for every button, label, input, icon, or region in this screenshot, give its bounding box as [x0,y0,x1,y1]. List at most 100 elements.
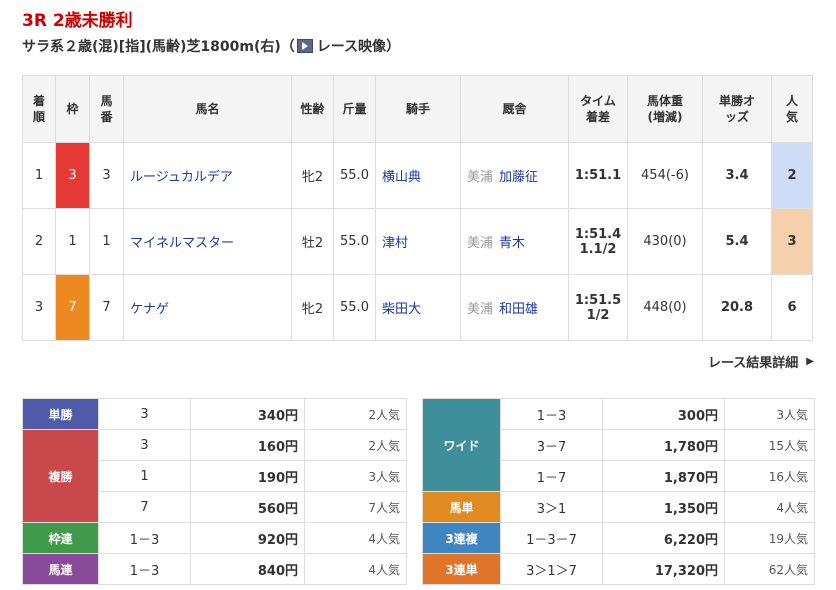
payout-amount: 1,350円 [602,491,725,523]
payout-combo: 7 [98,491,191,523]
payout-amount: 340円 [190,398,305,430]
payout-popularity: 3人気 [304,460,407,492]
payout-table-right: ワイド 1－3 300円 3人気 3－7 1,780円 15人気 1－7 1,8… [422,398,815,585]
popularity: 6 [771,274,813,341]
waku-badge: 1 [55,208,90,275]
payout-amount: 190円 [190,460,305,492]
carried-weight: 55.0 [333,274,376,341]
trainer-cell: 美浦 加藤征 [460,142,569,209]
body-weight: 454(-6) [627,142,703,209]
win-odds: 5.4 [702,208,772,275]
race-title: 3R 2歳未勝利 [22,11,133,31]
header-body-weight: 馬体重(増減) [627,75,703,143]
horse-number: 1 [89,208,124,275]
header-time: タイム着差 [568,75,628,143]
trainer-cell: 美浦 青木 [460,208,569,275]
payout-amount: 17,320円 [602,553,725,585]
payout-popularity: 4人気 [724,491,815,523]
header-weight: 斤量 [333,75,376,143]
trainer-region: 美浦 [467,236,494,251]
trainer-link[interactable]: 和田雄 [499,302,538,317]
payout-amount: 6,220円 [602,522,725,554]
payout-amount: 1,870円 [602,460,725,492]
header-trainer: 厩舎 [460,75,569,143]
payout-popularity: 2人気 [304,398,407,430]
race-detail-label: レース結果詳細 [707,356,799,371]
jockey-link[interactable]: 津村 [375,208,461,275]
payout-combo: 3＞1 [500,491,603,523]
trainer-link[interactable]: 青木 [499,236,525,251]
race-conditions: サラ系２歳(混)[指](馬齢)芝1800m(右)（ レース映像 ） [22,36,400,56]
finish-time: 1:51.1 [568,142,628,209]
header-horse: 馬名 [123,75,292,143]
margin: 1/2 [586,307,610,323]
header-rank: 着順 [22,75,56,143]
trainer-region: 美浦 [467,170,494,185]
payout-amount: 560円 [190,491,305,523]
payout-combo: 3＞1＞7 [500,553,603,585]
payout-popularity: 3人気 [724,398,815,430]
trainer-link[interactable]: 加藤征 [499,170,538,185]
result-header-row: 着順 枠 馬番 馬名 性齢 斤量 騎手 厩舎 タイム着差 馬体重(増減) 単勝オ… [22,75,813,143]
result-row: 2 1 1 マイネルマスター 牡2 55.0 津村 美浦 青木 1:51.4 1.1… [22,208,813,275]
payout-table-left: 単勝 3 340円 2人気 複勝 3 160円 2人気 1 190円 3人気 7… [22,398,407,585]
header-waku: 枠 [55,75,90,143]
payout-combo: 3－7 [500,429,603,461]
payout-label-umatan: 馬単 [422,491,501,523]
header-jockey: 騎手 [375,75,461,143]
race-video-link[interactable]: レース映像 [317,36,386,56]
payout-amount: 1,780円 [602,429,725,461]
payout-popularity: 15人気 [724,429,815,461]
sex-age: 牡2 [291,208,334,275]
win-odds: 20.8 [702,274,772,341]
payout-combo: 1－3 [500,398,603,430]
trainer-cell: 美浦 和田雄 [460,274,569,341]
horse-name-link[interactable]: マイネルマスター [123,208,292,275]
race-conditions-close: ） [386,39,401,55]
video-icon[interactable] [296,39,313,53]
payout-popularity: 4人気 [304,553,407,585]
payout-row: 馬単 3＞1 1,350円 4人気 [422,491,815,523]
trainer-region: 美浦 [467,302,494,317]
payout-amount: 160円 [190,429,305,461]
payout-combo: 1－3 [98,522,191,554]
sex-age: 牝2 [291,142,334,209]
payout-label-fuku: 複勝 [22,429,99,523]
rank: 1 [22,142,56,209]
payout-row: 単勝 3 340円 2人気 [22,398,407,430]
race-detail-link[interactable]: レース結果詳細 ▶ [708,352,814,371]
finish-time: 1:51.4 1.1/2 [568,208,628,275]
body-weight: 448(0) [627,274,703,341]
payout-label-wakuren: 枠連 [22,522,99,554]
chevron-right-icon: ▶ [806,356,814,367]
payout-row: 枠連 1－3 920円 4人気 [22,522,407,554]
payout-row: ワイド 1－3 300円 3人気 [422,398,815,492]
horse-number: 3 [89,142,124,209]
payout-popularity: 19人気 [724,522,815,554]
payout-amount: 840円 [190,553,305,585]
payout-label-wide: ワイド [422,398,501,492]
win-odds: 3.4 [702,142,772,209]
payout-row: 複勝 3 160円 2人気 [22,429,407,523]
payout-row: 3連単 3＞1＞7 17,320円 62人気 [422,553,815,585]
result-row: 1 3 3 ルージュカルデア 牝2 55.0 横山典 美浦 加藤征 1:51.1 … [22,142,813,209]
horse-number: 7 [89,274,124,341]
header-odds: 単勝オッズ [702,75,772,143]
payout-combo: 1 [98,460,191,492]
payout-popularity: 2人気 [304,429,407,461]
payout-combo: 3 [98,429,191,461]
payout-amount: 300円 [602,398,725,430]
waku-badge: 3 [55,142,90,209]
horse-name-link[interactable]: ケナゲ [123,274,292,341]
margin: 1.1/2 [579,241,617,257]
payout-popularity: 16人気 [724,460,815,492]
race-result-table: 着順 枠 馬番 馬名 性齢 斤量 騎手 厩舎 タイム着差 馬体重(増減) 単勝オ… [22,75,813,341]
carried-weight: 55.0 [333,208,376,275]
body-weight: 430(0) [627,208,703,275]
payout-popularity: 7人気 [304,491,407,523]
payout-combo: 1－3 [98,553,191,585]
header-popularity: 人気 [771,75,813,143]
horse-name-link[interactable]: ルージュカルデア [123,142,292,209]
jockey-link[interactable]: 横山典 [375,142,461,209]
jockey-link[interactable]: 柴田大 [375,274,461,341]
